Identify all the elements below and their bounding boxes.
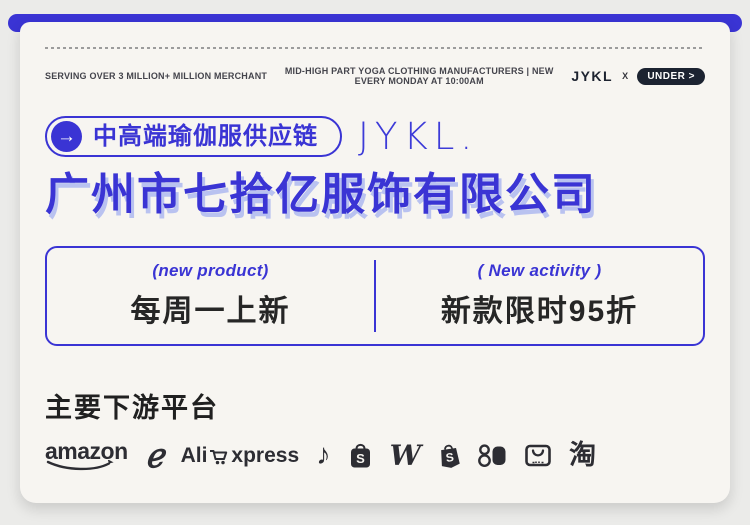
- top-info-strip: SERVING OVER 3 MILLION+ MILLION MERCHANT…: [45, 66, 705, 86]
- manufacturer-tagline: MID-HIGH PART YOGA CLOTHING MANUFACTURER…: [284, 66, 554, 86]
- svg-text:S: S: [356, 451, 365, 466]
- taobao-logo-icon: 淘: [569, 440, 597, 471]
- promo-info-box: (new product) 每周一上新 ( New activity ) 新款限…: [45, 245, 705, 346]
- shopee-bag-icon: S: [350, 443, 370, 468]
- company-title: 广州市七拾亿服饰有限公司: [45, 169, 597, 220]
- brand-row: → 中高端瑜伽服供应链 JYKL.: [45, 116, 705, 157]
- supply-chain-pill: → 中高端瑜伽服供应链: [45, 116, 342, 157]
- shop-bag-smile-icon: [525, 444, 551, 467]
- platforms-row: amazon ℯ Ali xpress ♪ S W S 淘: [45, 435, 705, 476]
- new-product-text: 每周一上新: [130, 295, 291, 329]
- right-arrow-icon: →: [57, 125, 76, 147]
- aliexpress-wordmark-pre: Ali: [180, 443, 208, 467]
- arrow-circle-icon: →: [51, 121, 82, 152]
- shopping-cart-icon: [210, 449, 228, 464]
- alibaba-logo-icon: ℯ: [142, 435, 166, 476]
- wish-logo-icon: W: [389, 438, 422, 472]
- new-product-column: (new product) 每周一上新: [47, 248, 374, 344]
- brand-name-text: JYKL: [571, 68, 614, 84]
- supply-chain-pill-label: 中高端瑜伽服供应链: [93, 122, 318, 150]
- amazon-logo: amazon: [45, 440, 128, 471]
- new-product-subtitle: (new product): [152, 261, 269, 281]
- new-activity-subtitle: ( New activity ): [477, 261, 602, 281]
- banner-page: SERVING OVER 3 MILLION+ MILLION MERCHANT…: [0, 0, 750, 525]
- merchant-count-text: SERVING OVER 3 MILLION+ MILLION MERCHANT: [45, 71, 268, 81]
- new-activity-column: ( New activity ) 新款限时95折: [376, 248, 703, 344]
- amazon-smile-icon: [46, 460, 114, 471]
- aliexpress-logo: Ali xpress: [181, 444, 300, 468]
- new-activity-text: 新款限时95折: [440, 295, 639, 329]
- dashed-divider: [45, 47, 705, 49]
- platforms-heading: 主要下游平台: [45, 392, 219, 423]
- under-badge: UNDER >: [637, 67, 705, 85]
- collab-x-text: X: [622, 71, 629, 81]
- tiktok-icon: ♪: [316, 439, 331, 472]
- jykl-wordmark: JYKL.: [358, 115, 479, 158]
- kuaishou-icon: [478, 444, 506, 468]
- brand-collab-group: JYKL X UNDER >: [571, 67, 705, 85]
- shopify-bag-icon: S: [436, 441, 463, 471]
- aliexpress-wordmark-post: xpress: [231, 443, 300, 467]
- banner-card: SERVING OVER 3 MILLION+ MILLION MERCHANT…: [20, 22, 730, 503]
